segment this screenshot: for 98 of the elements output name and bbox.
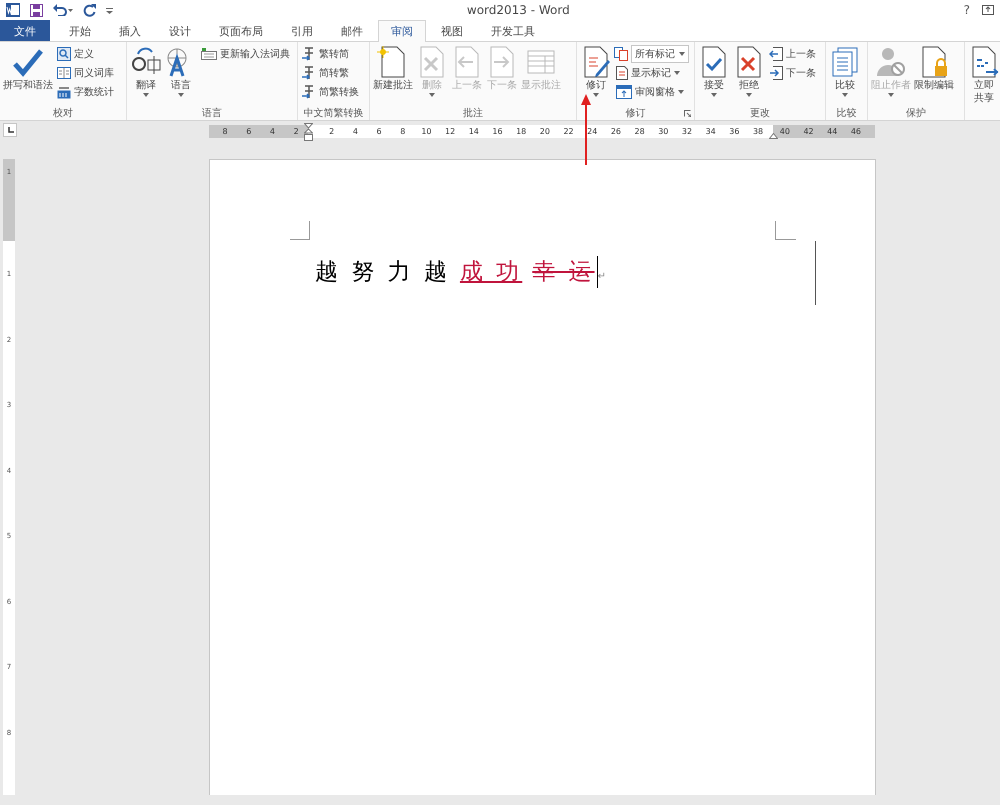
ribbon-tab[interactable]: 邮件 bbox=[328, 20, 376, 41]
pane-icon bbox=[616, 85, 632, 99]
inserted-text: 成 功 bbox=[460, 258, 522, 287]
ruler-number: 42 bbox=[802, 127, 815, 136]
word-logo-icon bbox=[6, 3, 20, 17]
tab-stop-icon bbox=[6, 126, 14, 134]
group-label: 校对 bbox=[53, 106, 73, 120]
ruler-number: 14 bbox=[468, 127, 480, 136]
group-label: 更改 bbox=[750, 106, 770, 120]
ribbon-button[interactable]: 下一条 bbox=[767, 64, 818, 82]
pages-icon bbox=[614, 47, 628, 61]
arrow-left-icon bbox=[769, 47, 783, 61]
ribbon-tab[interactable]: 插入 bbox=[106, 20, 154, 41]
ribbon-button[interactable]: 定义 bbox=[55, 45, 116, 63]
ribbon-tab[interactable]: 视图 bbox=[428, 20, 476, 41]
ribbon-tab[interactable]: 页面布局 bbox=[206, 20, 276, 41]
ruler-number: 16 bbox=[491, 127, 504, 136]
group-label: 语言 bbox=[202, 106, 222, 120]
ruler-number: 20 bbox=[538, 127, 551, 136]
file-tab[interactable]: 文件 bbox=[0, 20, 50, 41]
group-label: 批注 bbox=[463, 106, 483, 120]
ribbon-button[interactable]: 简繁转换 bbox=[300, 83, 361, 101]
ruler-number: 38 bbox=[752, 127, 764, 136]
ribbon-button[interactable]: 字数统计 bbox=[55, 83, 116, 101]
page-icon bbox=[616, 66, 628, 80]
markup-dropdown[interactable]: 所有标记 bbox=[631, 45, 689, 63]
ruler-number: 28 bbox=[634, 127, 646, 136]
ribbon-button[interactable]: 审阅窗格 bbox=[614, 83, 689, 101]
ruler-number: 2 bbox=[328, 127, 336, 136]
arrow-right-icon bbox=[769, 66, 783, 80]
redo-icon bbox=[83, 4, 96, 16]
ribbon-button[interactable]: 限制编辑 bbox=[913, 45, 955, 93]
keyboard-icon bbox=[201, 48, 217, 60]
deleted-text: 幸 运 bbox=[532, 258, 595, 287]
conversion-icon bbox=[302, 85, 316, 99]
ruler-number: 30 bbox=[657, 127, 670, 136]
ribbon-tab[interactable]: 开始 bbox=[56, 20, 104, 41]
ribbon-tab[interactable]: 设计 bbox=[156, 20, 204, 41]
ribbon-button[interactable]: 修订 bbox=[579, 45, 613, 98]
tab-stop-button[interactable] bbox=[3, 123, 17, 137]
crop-mark-icon bbox=[290, 221, 310, 240]
ribbon-button[interactable]: 繁转简 bbox=[300, 45, 361, 63]
magnifier-icon bbox=[57, 47, 71, 61]
ruler-number: 8 bbox=[399, 127, 406, 136]
ribbon-tab[interactable]: 开发工具 bbox=[478, 20, 548, 41]
ribbon-button[interactable]: 接受 bbox=[697, 45, 731, 98]
ruler-number: 8 bbox=[222, 127, 229, 136]
customize-icon bbox=[106, 6, 113, 14]
ruler-number: 6 bbox=[245, 127, 252, 136]
ruler-number: 22 bbox=[562, 127, 575, 136]
ruler-number: 46 bbox=[850, 127, 862, 136]
ruler-number: 40 bbox=[778, 127, 791, 136]
group-label: 保护 bbox=[906, 106, 926, 120]
ribbon-tab[interactable]: 引用 bbox=[278, 20, 326, 41]
save-icon bbox=[30, 4, 43, 16]
ruler-number: 4 bbox=[268, 127, 276, 136]
ribbon-button[interactable]: 拼写和语法 bbox=[2, 45, 54, 93]
window-title: word2013 - Word bbox=[466, 3, 571, 17]
ribbon-button[interactable]: 新建批注 bbox=[372, 45, 414, 93]
ruler-number: 26 bbox=[610, 127, 622, 136]
ruler-number: 32 bbox=[680, 127, 694, 136]
undo-icon bbox=[53, 4, 73, 16]
book-icon bbox=[57, 66, 71, 80]
ribbon-button[interactable]: 立即共享 bbox=[967, 45, 1000, 106]
conversion-icon bbox=[302, 66, 316, 80]
ruler-number: 10 bbox=[420, 127, 433, 136]
ribbon-button[interactable]: 拒绝 bbox=[732, 45, 766, 98]
ribbon-button[interactable]: 同义词库 bbox=[55, 64, 116, 82]
body-text: 越 努 力 越 bbox=[315, 258, 450, 287]
group-label: 中文简繁转换 bbox=[304, 106, 364, 120]
ruler-number: 4 bbox=[352, 127, 359, 136]
ruler-number: 36 bbox=[728, 127, 740, 136]
crop-mark-icon bbox=[775, 221, 796, 240]
ribbon-button[interactable]: 显示标记 bbox=[614, 64, 689, 82]
conversion-icon bbox=[302, 47, 316, 61]
ribbon-button[interactable]: 更新输入法词典 bbox=[199, 45, 292, 63]
ribbon-button[interactable]: 语言 bbox=[164, 45, 198, 98]
ribbon-button[interactable]: 上一条 bbox=[767, 45, 818, 63]
ribbon-button[interactable]: 比较 bbox=[828, 45, 862, 98]
restore-icon bbox=[982, 5, 994, 15]
ruler-number: 2 bbox=[292, 127, 300, 136]
help-button[interactable]: ? bbox=[964, 3, 970, 17]
ruler-number: 34 bbox=[704, 127, 717, 136]
group-label: 比较 bbox=[836, 106, 856, 120]
ribbon-tab[interactable]: 审阅 bbox=[378, 20, 426, 42]
ribbon-button[interactable]: 翻译 bbox=[129, 45, 163, 98]
ruler-number: 24 bbox=[586, 127, 598, 136]
counter-icon bbox=[57, 85, 71, 99]
ruler-number: 18 bbox=[515, 127, 528, 136]
ruler-number: 12 bbox=[444, 127, 456, 136]
ruler-number: 6 bbox=[376, 127, 383, 136]
dialog-launcher-icon[interactable] bbox=[684, 110, 691, 117]
ruler-number: 44 bbox=[826, 127, 838, 136]
group-label: 修订 bbox=[626, 106, 646, 120]
person-icon bbox=[875, 46, 907, 78]
ribbon-button[interactable]: 简转繁 bbox=[300, 64, 361, 82]
text-cursor bbox=[596, 256, 598, 288]
paragraph-mark: ↵ bbox=[598, 271, 606, 282]
